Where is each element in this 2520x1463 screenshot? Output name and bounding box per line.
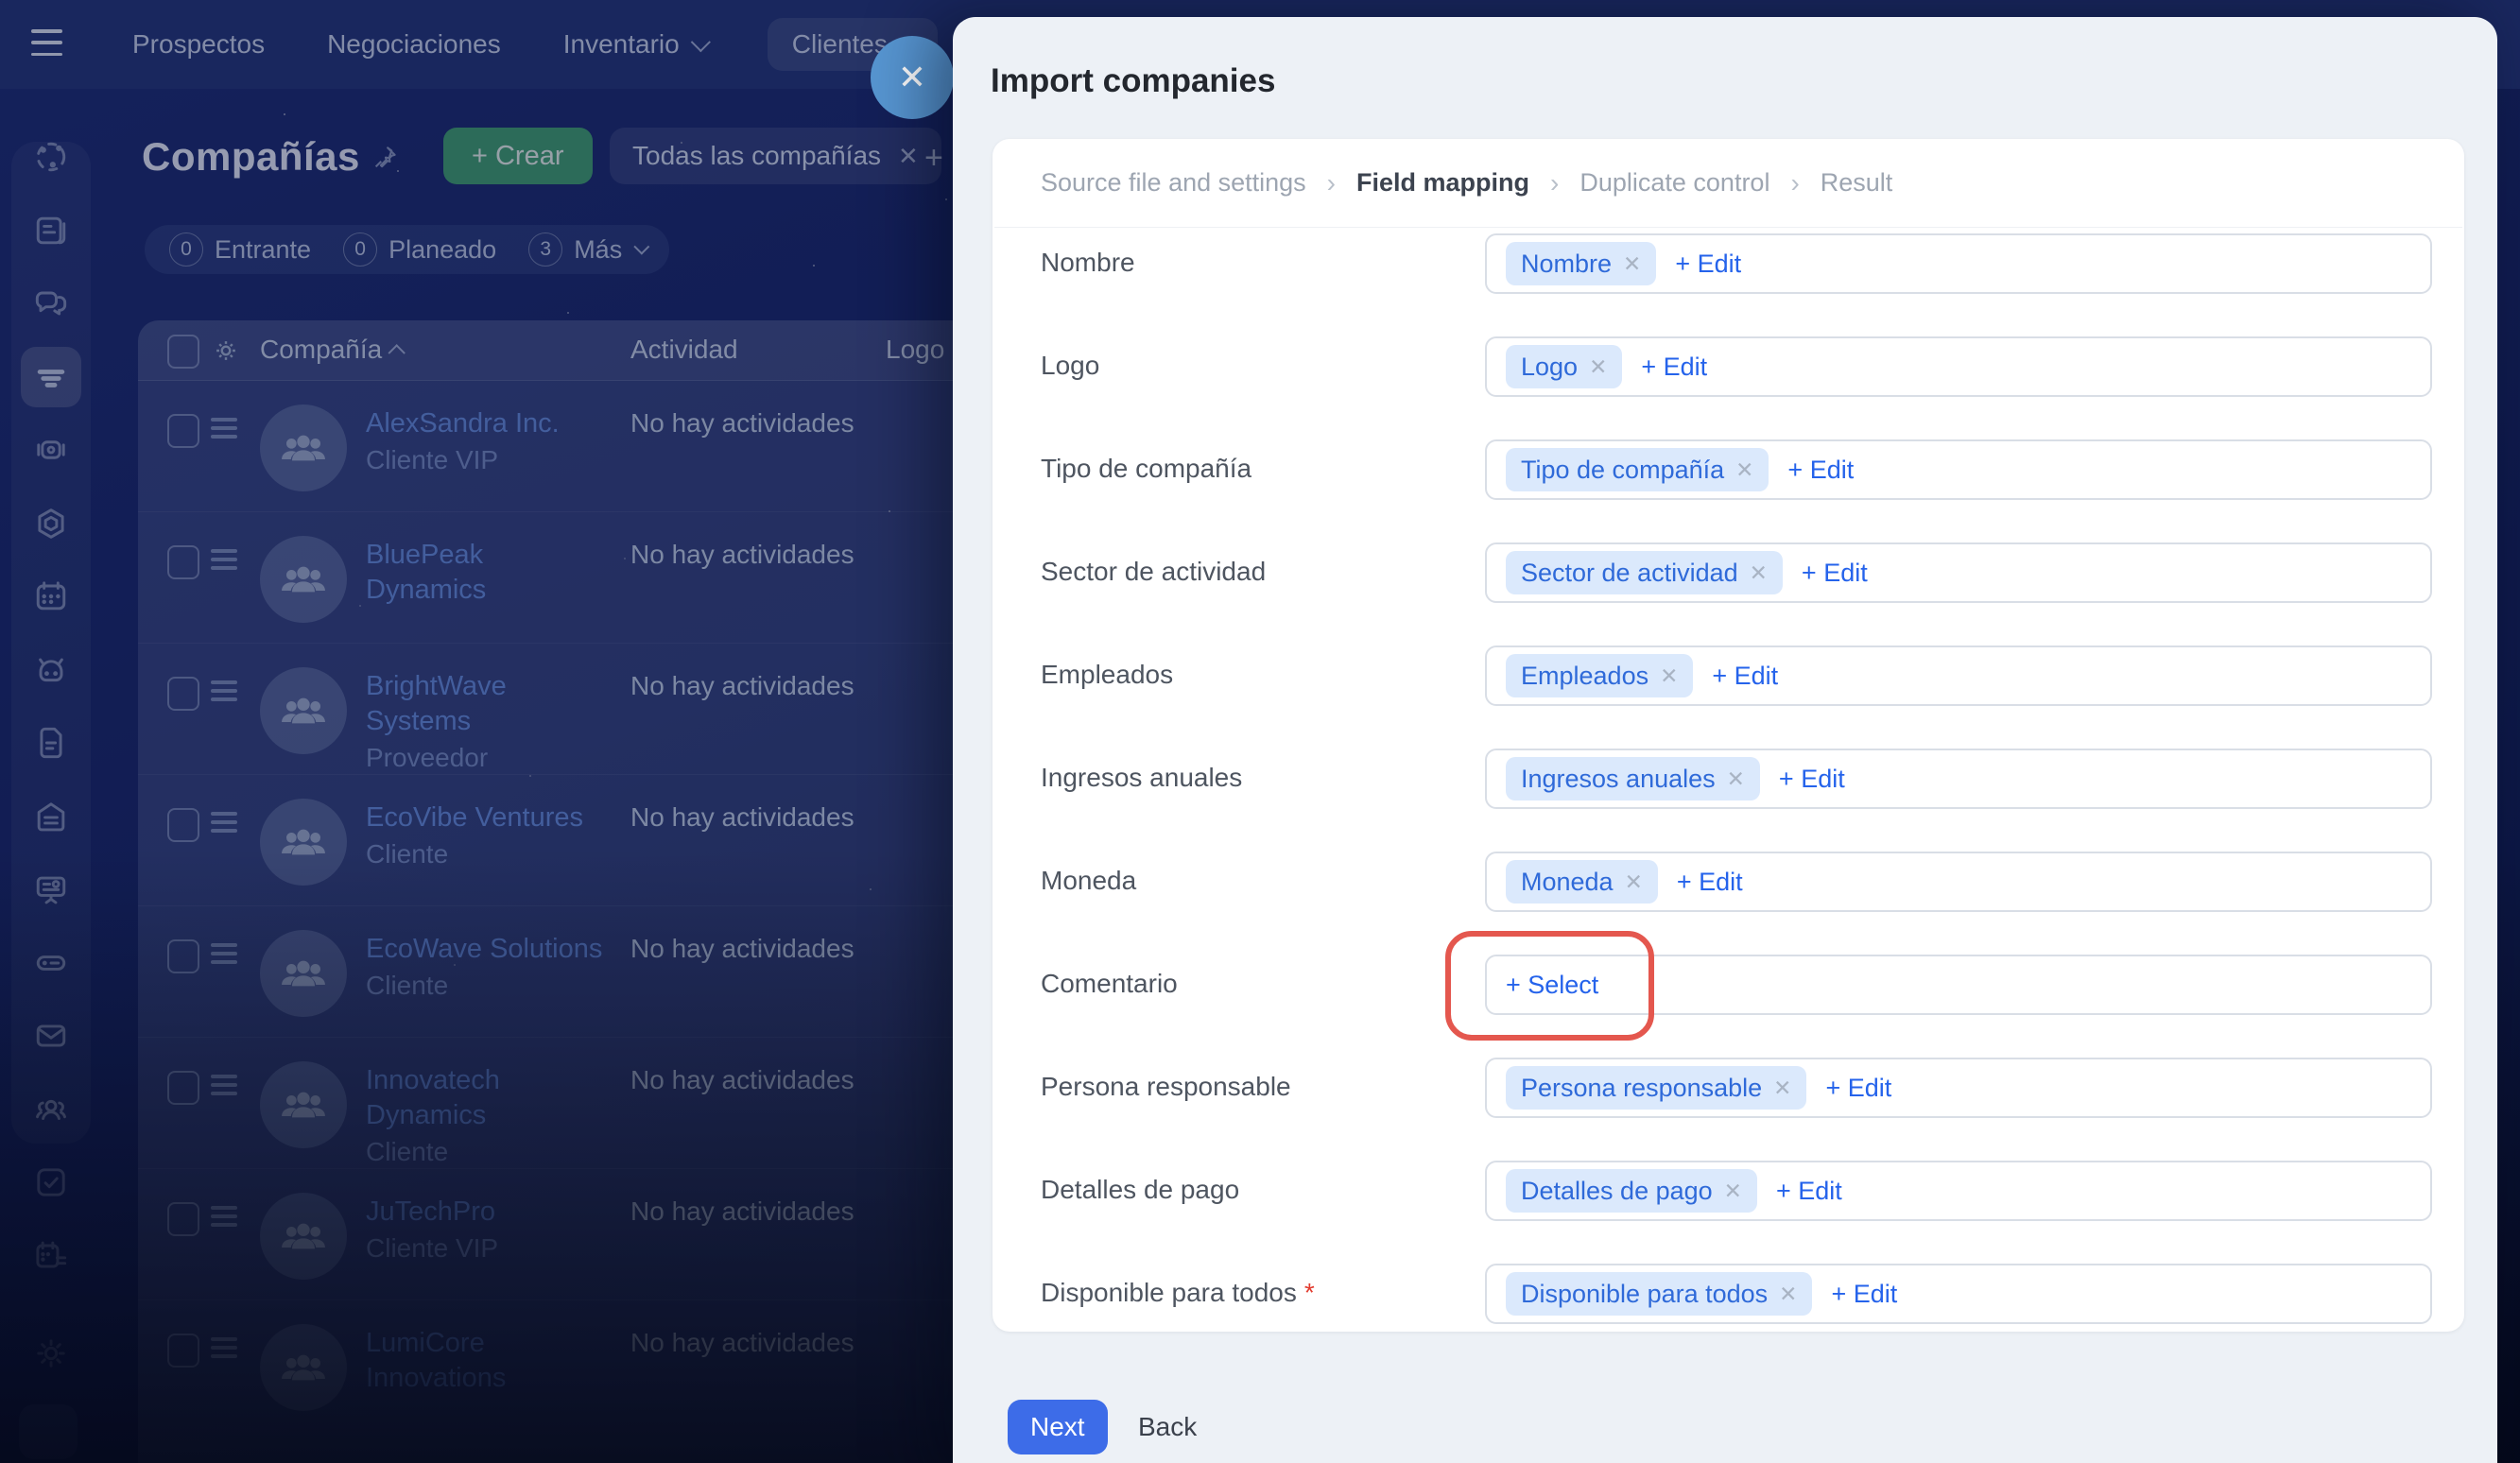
wizard-breadcrumb: Source file and settings › Field mapping › D… (1041, 139, 1892, 227)
field-label-text: Detalles de pago (1041, 1175, 1239, 1204)
mapped-column-chip[interactable]: Persona responsable ✕ (1506, 1066, 1806, 1110)
field-label-disponible-para-todos: Disponible para todos* (1041, 1278, 1447, 1308)
modal-close-button[interactable]: ✕ (871, 36, 954, 119)
edit-link[interactable]: + Edit (1641, 353, 1707, 382)
annotation-highlight-ring (1445, 931, 1654, 1041)
mapped-column-chip[interactable]: Tipo de compañía ✕ (1506, 448, 1769, 491)
field-label-persona-responsable: Persona responsable (1041, 1072, 1447, 1102)
chip-remove-icon[interactable]: ✕ (1625, 869, 1643, 895)
edit-link[interactable]: + Edit (1712, 662, 1778, 691)
field-mapping-box[interactable]: Disponible para todos ✕ + Edit (1485, 1264, 2432, 1324)
field-label-text: Nombre (1041, 248, 1135, 277)
mapped-column-chip[interactable]: Moneda ✕ (1506, 860, 1658, 904)
edit-link[interactable]: + Edit (1831, 1280, 1897, 1309)
chip-label: Sector de actividad (1521, 559, 1738, 588)
breadcrumb-separator: › (1550, 168, 1559, 198)
import-companies-modal: Import companies Source file and setting… (953, 17, 2497, 1463)
field-label-empleados: Empleados (1041, 660, 1447, 690)
field-label-text: Comentario (1041, 969, 1178, 998)
chip-label: Persona responsable (1521, 1074, 1762, 1103)
edit-link[interactable]: + Edit (1677, 868, 1743, 897)
edit-link[interactable]: + Edit (1802, 559, 1868, 588)
field-mapping-box[interactable]: Logo ✕ + Edit (1485, 336, 2432, 397)
wizard-step-result[interactable]: Result (1821, 168, 1893, 198)
field-mapping-box[interactable]: Moneda ✕ + Edit (1485, 852, 2432, 912)
breadcrumb-separator: › (1790, 168, 1799, 198)
chip-remove-icon[interactable]: ✕ (1727, 766, 1745, 792)
field-label-text: Disponible para todos (1041, 1278, 1297, 1307)
field-label-text: Sector de actividad (1041, 557, 1266, 586)
wizard-step-duplicate-control[interactable]: Duplicate control (1579, 168, 1769, 198)
field-label-text: Tipo de compañía (1041, 454, 1251, 483)
chip-label: Nombre (1521, 250, 1612, 279)
field-label-nombre: Nombre (1041, 248, 1447, 278)
mapped-column-chip[interactable]: Nombre ✕ (1506, 242, 1656, 285)
field-mapping-box[interactable]: Sector de actividad ✕ + Edit (1485, 542, 2432, 603)
chip-label: Disponible para todos (1521, 1280, 1768, 1309)
edit-link[interactable]: + Edit (1779, 765, 1845, 794)
field-label-sector-de-actividad: Sector de actividad (1041, 557, 1447, 587)
chip-remove-icon[interactable]: ✕ (1779, 1282, 1797, 1307)
mapped-column-chip[interactable]: Detalles de pago ✕ (1506, 1169, 1757, 1213)
edit-link[interactable]: + Edit (1776, 1177, 1842, 1206)
field-label-text: Empleados (1041, 660, 1173, 689)
chip-remove-icon[interactable]: ✕ (1660, 663, 1678, 689)
edit-link[interactable]: + Edit (1787, 456, 1854, 485)
field-label-text: Moneda (1041, 866, 1136, 895)
field-label-tipo-de-compañía: Tipo de compañía (1041, 454, 1447, 484)
chip-remove-icon[interactable]: ✕ (1735, 457, 1753, 483)
field-label-comentario: Comentario (1041, 969, 1447, 999)
chip-label: Moneda (1521, 868, 1614, 897)
mapped-column-chip[interactable]: Empleados ✕ (1506, 654, 1693, 697)
close-icon: ✕ (898, 58, 926, 97)
mapped-column-chip[interactable]: Ingresos anuales ✕ (1506, 757, 1760, 800)
next-button[interactable]: Next (1008, 1400, 1108, 1454)
field-label-text: Ingresos anuales (1041, 763, 1242, 792)
field-mapping-card: Source file and settings › Field mapping › D… (992, 139, 2464, 1332)
chip-label: Ingresos anuales (1521, 765, 1716, 794)
field-label-ingresos-anuales: Ingresos anuales (1041, 763, 1447, 793)
chip-label: Detalles de pago (1521, 1177, 1713, 1206)
field-label-detalles-de-pago: Detalles de pago (1041, 1175, 1447, 1205)
edit-link[interactable]: + Edit (1825, 1074, 1891, 1103)
field-mapping-box[interactable]: Detalles de pago ✕ + Edit (1485, 1161, 2432, 1221)
chip-remove-icon[interactable]: ✕ (1589, 354, 1607, 380)
required-asterisk: * (1304, 1278, 1315, 1307)
chip-label: Tipo de compañía (1521, 456, 1724, 485)
field-label-text: Logo (1041, 351, 1099, 380)
modal-title: Import companies (991, 62, 1275, 100)
field-mapping-box[interactable]: Empleados ✕ + Edit (1485, 645, 2432, 706)
back-button[interactable]: Back (1115, 1400, 1219, 1454)
chip-label: Empleados (1521, 662, 1648, 691)
chip-remove-icon[interactable]: ✕ (1623, 251, 1641, 277)
field-label-moneda: Moneda (1041, 866, 1447, 896)
screen: ProspectosNegociacionesInventarioCliente… (0, 0, 2520, 1463)
mapped-column-chip[interactable]: Disponible para todos ✕ (1506, 1272, 1812, 1316)
wizard-step-field-mapping[interactable]: Field mapping (1356, 168, 1529, 198)
field-mapping-box[interactable]: Ingresos anuales ✕ + Edit (1485, 749, 2432, 809)
field-label-logo: Logo (1041, 351, 1447, 381)
field-mapping-box[interactable]: Tipo de compañía ✕ + Edit (1485, 439, 2432, 500)
mapped-column-chip[interactable]: Sector de actividad ✕ (1506, 551, 1783, 594)
card-divider (994, 227, 2462, 228)
chip-remove-icon[interactable]: ✕ (1773, 1076, 1791, 1101)
chip-remove-icon[interactable]: ✕ (1724, 1179, 1742, 1204)
mapped-column-chip[interactable]: Logo ✕ (1506, 345, 1622, 388)
breadcrumb-separator: › (1327, 168, 1336, 198)
field-mapping-box[interactable]: Persona responsable ✕ + Edit (1485, 1058, 2432, 1118)
field-label-text: Persona responsable (1041, 1072, 1291, 1101)
edit-link[interactable]: + Edit (1675, 250, 1741, 279)
chip-remove-icon[interactable]: ✕ (1750, 560, 1768, 586)
field-mapping-box[interactable]: Nombre ✕ + Edit (1485, 233, 2432, 294)
wizard-step-source-file-and-settings[interactable]: Source file and settings (1041, 168, 1306, 198)
chip-label: Logo (1521, 353, 1578, 382)
